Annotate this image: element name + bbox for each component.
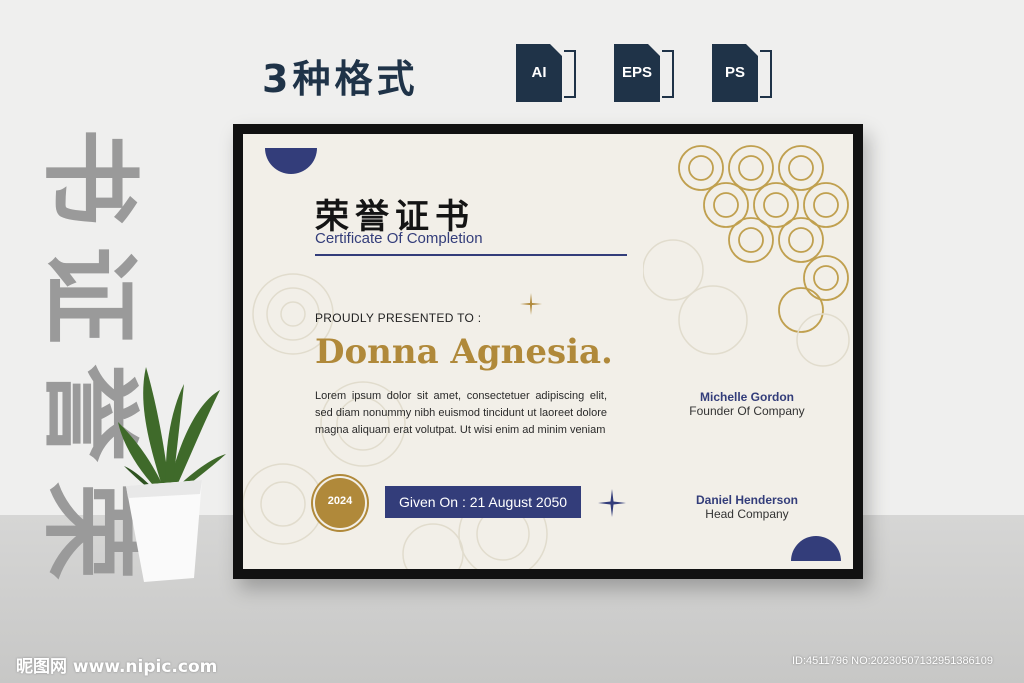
certificate-subtitle: Certificate Of Completion <box>315 230 483 247</box>
signature-role-2: Head Company <box>705 507 789 521</box>
year-seal: 2024 <box>315 478 365 528</box>
seal-year: 2024 <box>327 495 353 507</box>
image-id-watermark: ID:4511796 NO:20230507132951386109 <box>792 655 994 667</box>
signature-name-2: Daniel Henderson <box>695 493 799 507</box>
certificate-body-text: Lorem ipsum dolor sit amet, consectetuer… <box>315 390 607 436</box>
eps-file-icon: EPS <box>614 44 674 102</box>
ai-file-icon: AI <box>516 44 576 102</box>
formats-title: 3种格式 <box>262 57 419 101</box>
signature-name-1: Michelle Gordon <box>699 390 794 404</box>
certificate-paper: 荣誉证书 Certificate Of Completion PROUDLY P… <box>243 134 853 569</box>
presented-label: PROUDLY PRESENTED TO : <box>315 311 482 325</box>
navy-half-circle-bottom <box>791 536 841 561</box>
given-on-badge: Given On : 21 August 2050 <box>385 486 581 518</box>
potted-plant <box>118 367 226 582</box>
gold-mandala-ornament <box>643 145 850 367</box>
side-title-char: 书 <box>32 127 146 226</box>
certificate-frame: 荣誉证书 Certificate Of Completion PROUDLY P… <box>233 124 863 579</box>
sparkle-icon <box>520 293 542 315</box>
navy-half-circle-top <box>265 148 317 174</box>
ps-file-icon: PS <box>712 44 772 102</box>
site-watermark: 昵图网 www.nipic.com <box>16 657 218 677</box>
sparkle-icon <box>598 489 626 517</box>
side-title-char: 证 <box>32 245 146 344</box>
recipient-name: Donna Agnesia. <box>315 332 613 372</box>
title-underline <box>315 254 627 256</box>
signature-role-1: Founder Of Company <box>689 404 805 418</box>
